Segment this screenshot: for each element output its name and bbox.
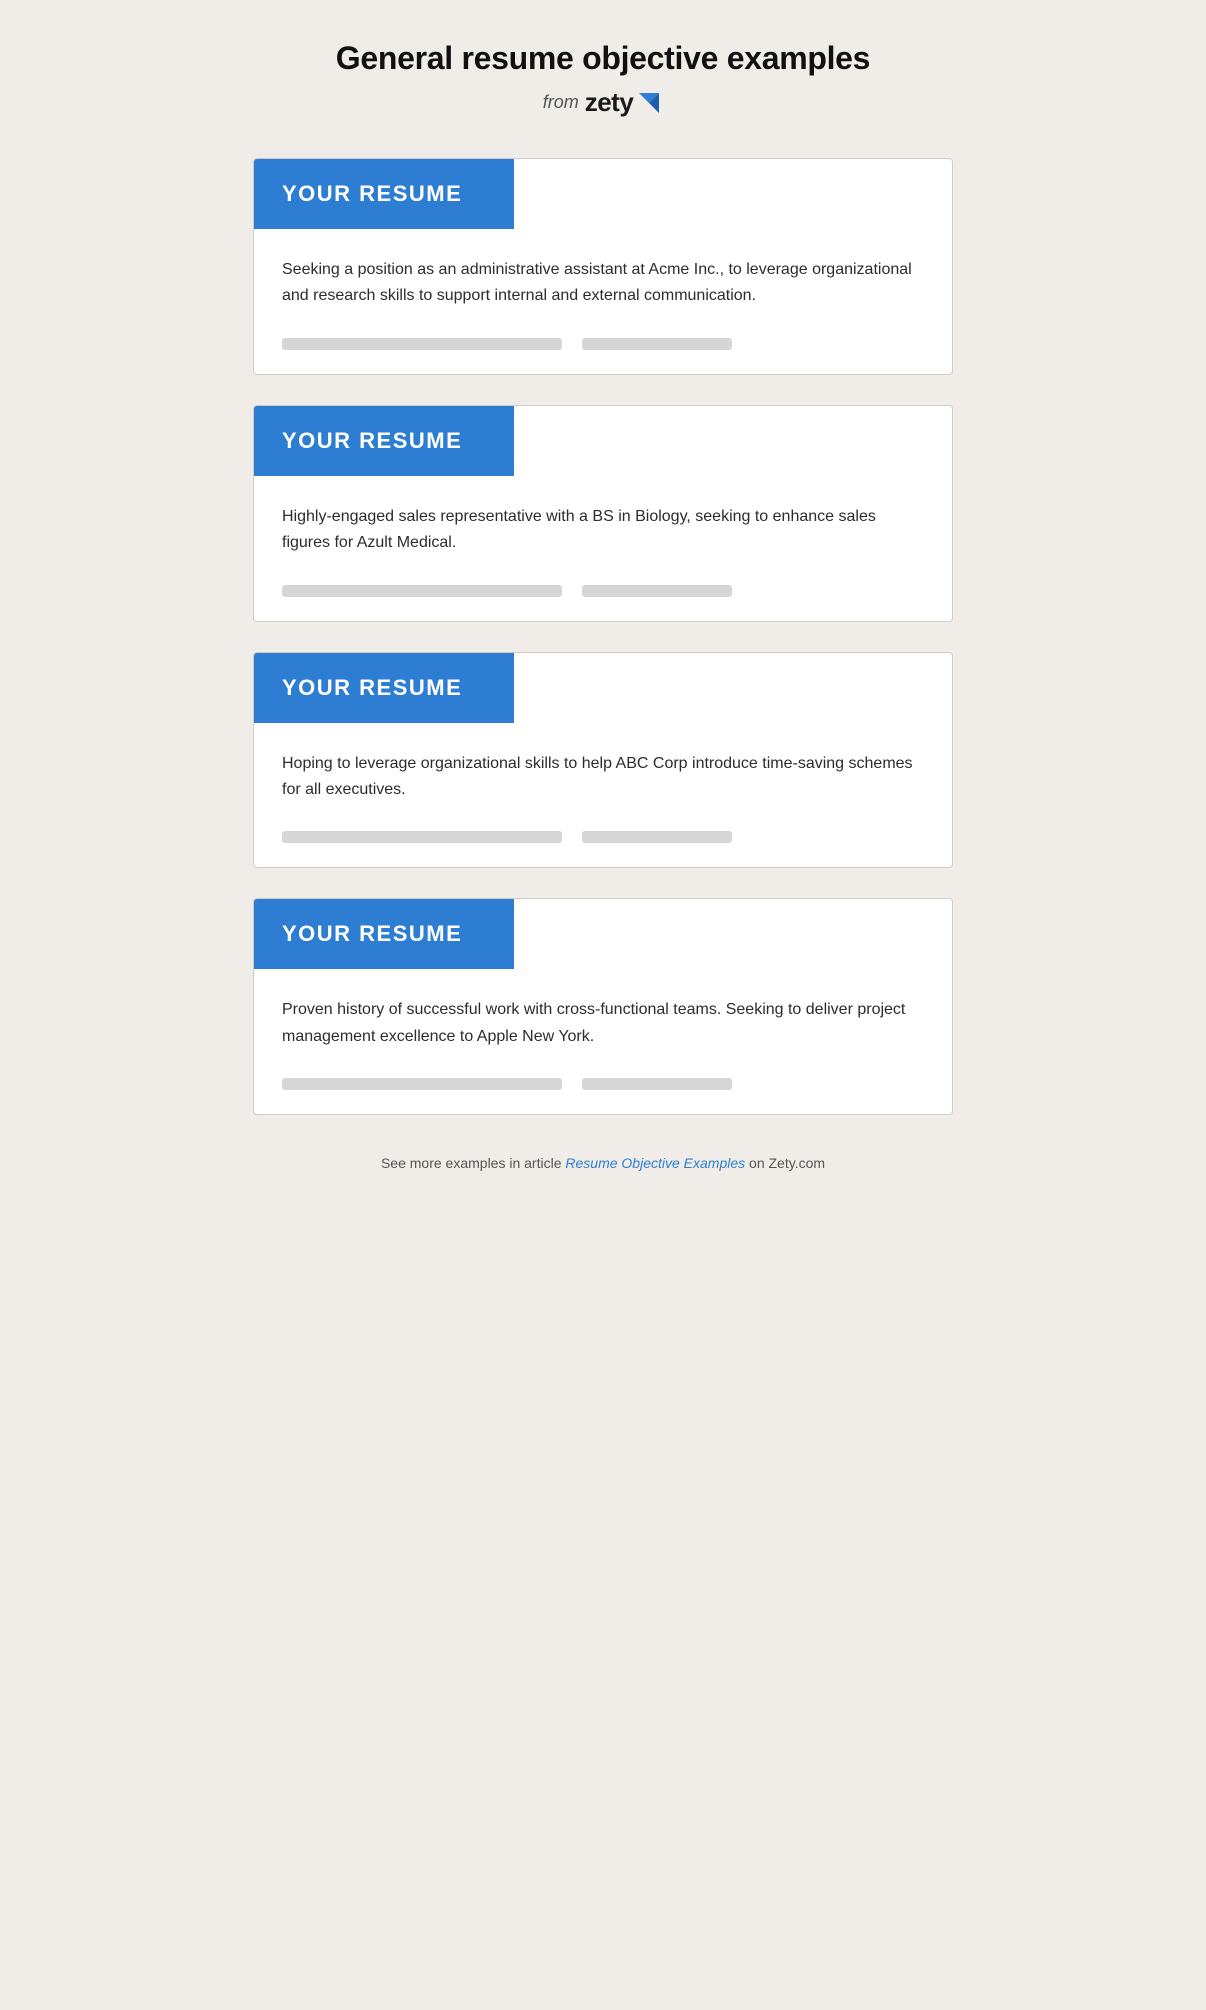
resume-header-label-1: YOUR RESUME: [282, 181, 462, 206]
resume-placeholder-lines-3: [282, 831, 924, 843]
resume-body-3: Hoping to leverage organizational skills…: [254, 723, 952, 868]
resume-card-1: YOUR RESUME Seeking a position as an adm…: [253, 158, 953, 375]
resume-header-bar-4: YOUR RESUME: [254, 899, 514, 969]
resume-header-bar-3: YOUR RESUME: [254, 653, 514, 723]
placeholder-bar-long-3: [282, 831, 562, 843]
resume-objective-text-2: Highly-engaged sales representative with…: [282, 504, 924, 557]
placeholder-bar-short-3: [582, 831, 732, 843]
zety-logo-icon: [635, 89, 663, 117]
resume-placeholder-lines-1: [282, 338, 924, 350]
placeholder-bar-short-4: [582, 1078, 732, 1090]
footer-prefix-text: See more examples in article: [381, 1155, 565, 1171]
resume-placeholder-lines-2: [282, 585, 924, 597]
resume-placeholder-lines-4: [282, 1078, 924, 1090]
resume-objective-text-3: Hoping to leverage organizational skills…: [282, 751, 924, 804]
resume-header-label-2: YOUR RESUME: [282, 428, 462, 453]
resume-card-4: YOUR RESUME Proven history of successful…: [253, 898, 953, 1115]
resume-objective-text-4: Proven history of successful work with c…: [282, 997, 924, 1050]
placeholder-bar-long-2: [282, 585, 562, 597]
placeholder-bar-long-4: [282, 1078, 562, 1090]
footer-suffix-text: on Zety.com: [745, 1155, 825, 1171]
resume-body-4: Proven history of successful work with c…: [254, 969, 952, 1114]
resume-body-2: Highly-engaged sales representative with…: [254, 476, 952, 621]
placeholder-bar-long-1: [282, 338, 562, 350]
placeholder-bar-short-2: [582, 585, 732, 597]
resume-objective-text-1: Seeking a position as an administrative …: [282, 257, 924, 310]
brand-name-text: zety: [585, 87, 634, 118]
resume-header-label-3: YOUR RESUME: [282, 675, 462, 700]
brand-logo: zety: [585, 87, 664, 118]
resume-header-label-4: YOUR RESUME: [282, 921, 462, 946]
resume-body-1: Seeking a position as an administrative …: [254, 229, 952, 374]
resume-card-2: YOUR RESUME Highly-engaged sales represe…: [253, 405, 953, 622]
resume-header-bar-1: YOUR RESUME: [254, 159, 514, 229]
page-title: General resume objective examples: [253, 40, 953, 77]
brand-from-text: from: [543, 92, 579, 113]
resume-card-3: YOUR RESUME Hoping to leverage organizat…: [253, 652, 953, 869]
page-header: General resume objective examples from z…: [253, 40, 953, 118]
brand-line: from zety: [253, 87, 953, 118]
footer-link[interactable]: Resume Objective Examples: [565, 1155, 745, 1171]
resume-header-bar-2: YOUR RESUME: [254, 406, 514, 476]
footer-link-text: Resume Objective Examples: [565, 1155, 745, 1171]
placeholder-bar-short-1: [582, 338, 732, 350]
footer-note: See more examples in article Resume Obje…: [253, 1145, 953, 1181]
page-container: General resume objective examples from z…: [253, 40, 953, 1181]
